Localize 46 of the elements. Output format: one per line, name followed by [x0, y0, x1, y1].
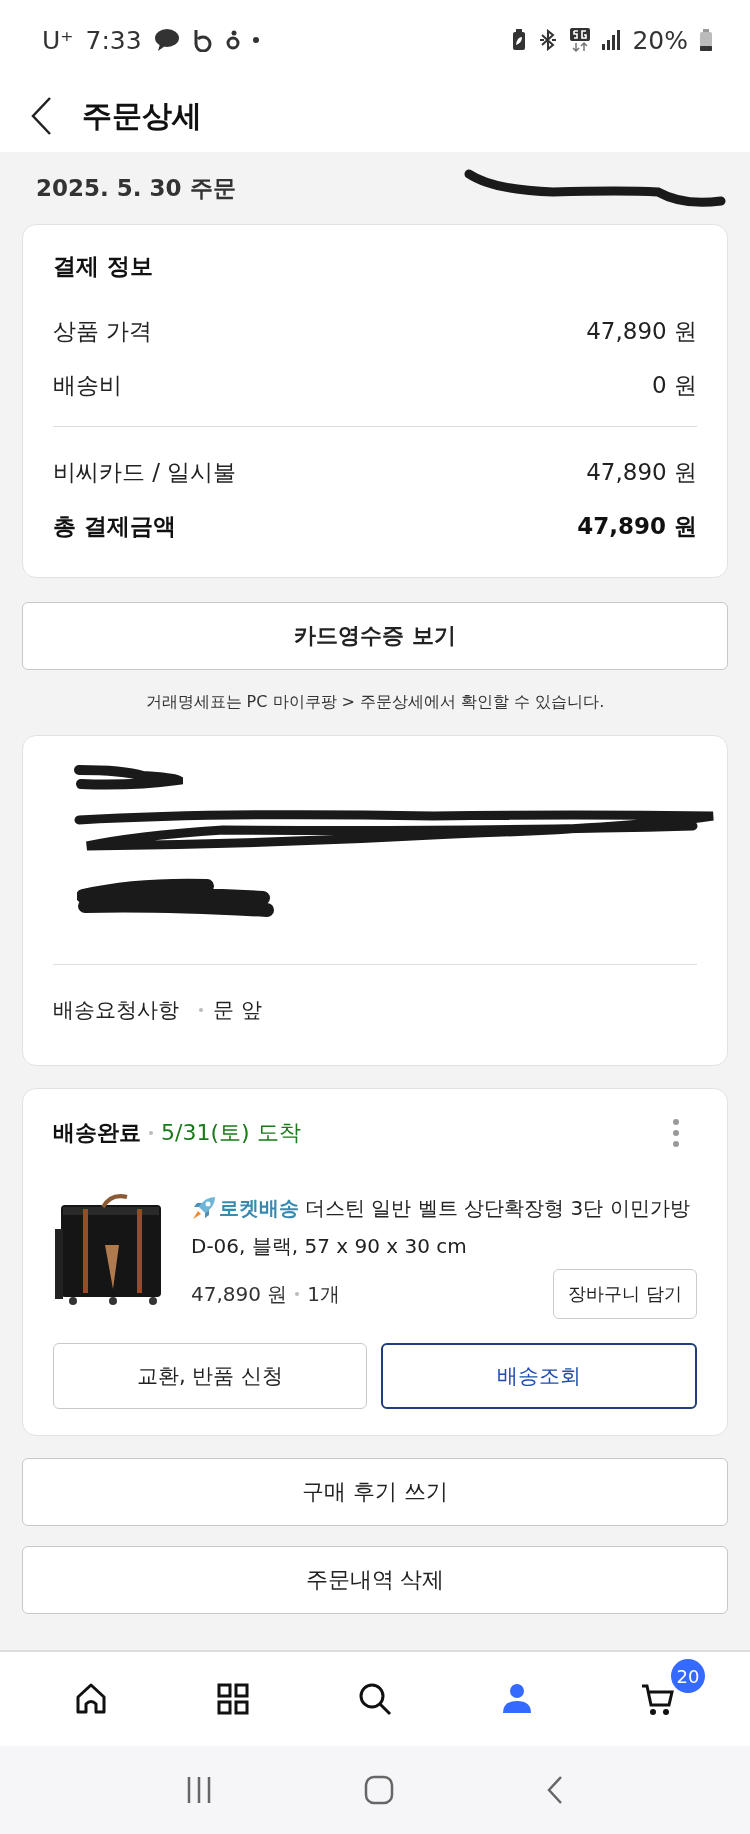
- cart-count-badge: 20: [671, 1659, 705, 1693]
- payment-label: 상품 가격: [53, 316, 153, 346]
- battery-icon: [700, 29, 712, 51]
- network-icon: [570, 28, 591, 52]
- product-name: 더스틴 일반 벨트 상단확장형 3단 이민가방: [305, 1195, 690, 1222]
- bluetooth-icon: [538, 29, 559, 51]
- dot-icon: [251, 36, 260, 44]
- product-price: 47,890 원: [191, 1280, 288, 1308]
- add-to-cart-button[interactable]: 장바구니 담기: [553, 1269, 697, 1319]
- chat-bubble-icon: [153, 28, 180, 52]
- statement-note: 거래명세표는 PC 마이쿠팡 > 주문상세에서 확인할 수 있습니다.: [144, 692, 606, 713]
- carrier-label: U⁺: [42, 25, 74, 55]
- receipt-button[interactable]: 카드영수증 보기: [22, 602, 728, 670]
- arrival-date: 5/31(토) 도착: [161, 1119, 302, 1147]
- product-name: D-06, 블랙, 57 x 90 x 30 cm: [191, 1233, 467, 1260]
- payment-label: 총 결제금액: [53, 511, 176, 541]
- rocket-icon: [191, 1195, 217, 1221]
- page-title: 주문상세: [82, 96, 202, 135]
- tracking-button[interactable]: 배송조회: [381, 1343, 697, 1409]
- delete-order-button[interactable]: 주문내역 삭제: [22, 1546, 728, 1614]
- delivery-status: 배송완료: [53, 1119, 141, 1147]
- search-icon[interactable]: [357, 1681, 393, 1717]
- request-value: 문 앞: [213, 997, 262, 1024]
- drop-icon: [225, 30, 240, 50]
- rocket-delivery-label: 로켓배송: [219, 1195, 299, 1222]
- order-date: 2025. 5. 30 주문: [36, 173, 236, 203]
- payment-amount: 47,890 원: [577, 511, 697, 541]
- clock: 7:33: [85, 25, 142, 55]
- more-icon[interactable]: [671, 1118, 681, 1148]
- grid-icon[interactable]: [215, 1681, 251, 1717]
- recent-apps-icon[interactable]: [186, 1775, 212, 1805]
- request-label: 배송요청사항: [53, 997, 179, 1024]
- battery-percent: 20%: [632, 25, 688, 55]
- payment-label: 배송비: [53, 370, 122, 400]
- write-review-button[interactable]: 구매 후기 쓰기: [22, 1458, 728, 1526]
- payment-label: 비씨카드 / 일시불: [53, 457, 237, 487]
- back-icon[interactable]: [30, 96, 54, 136]
- signal-icon: [602, 30, 621, 50]
- payment-amount: 47,890 원: [586, 316, 697, 346]
- payment-amount: 47,890 원: [586, 457, 697, 487]
- home-button-icon[interactable]: [364, 1775, 394, 1805]
- product-quantity: 1개: [307, 1280, 341, 1308]
- battery-saver-icon: [512, 29, 527, 51]
- payment-amount: 0 원: [652, 370, 697, 400]
- section-title: 결제 정보: [53, 252, 154, 281]
- return-button[interactable]: 교환, 반품 신청: [53, 1343, 367, 1409]
